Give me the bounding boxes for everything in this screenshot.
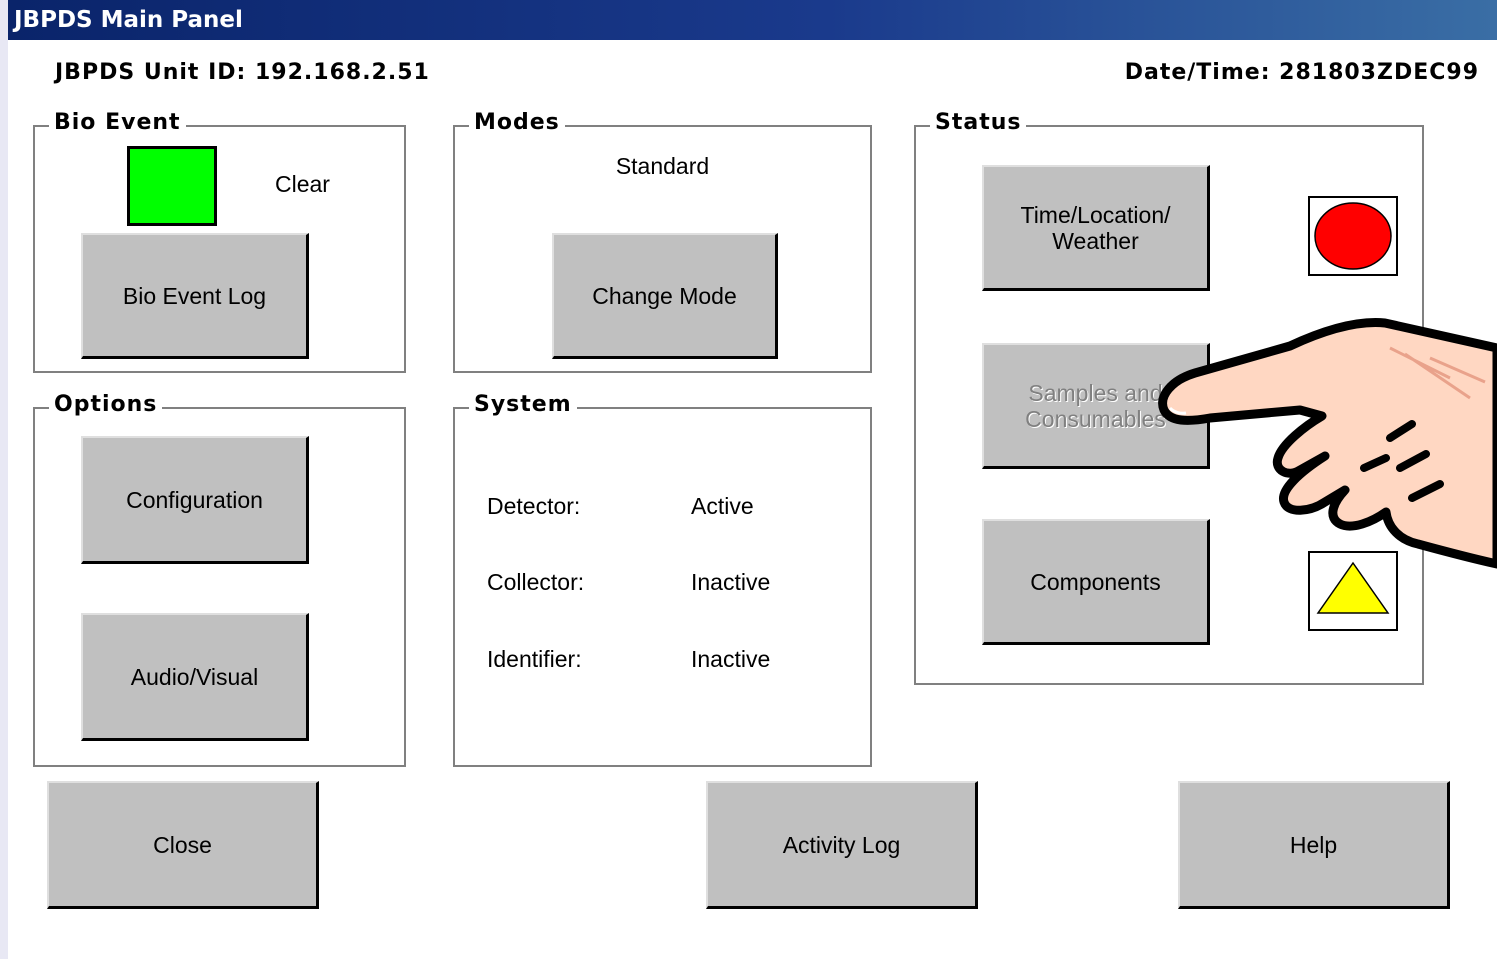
modes-group: Modes Standard Change Mode: [453, 110, 872, 373]
identifier-label: Identifier:: [487, 646, 582, 672]
desktop-edge: [0, 0, 8, 959]
identifier-value: Inactive: [691, 646, 771, 672]
audio-visual-button[interactable]: Audio/Visual: [81, 613, 309, 741]
datetime-label: Date/Time: 281803ZDEC99: [1124, 60, 1479, 85]
time-status-indicator: [1308, 196, 1398, 276]
red-circle-icon: [1314, 202, 1392, 270]
options-legend: Options: [49, 392, 163, 417]
current-mode: Standard: [615, 153, 710, 179]
system-legend: System: [469, 392, 577, 417]
bio-event-group: Bio Event Clear Bio Event Log: [33, 110, 406, 373]
configuration-button[interactable]: Configuration: [81, 436, 309, 564]
options-group: Options Configuration Audio/Visual: [33, 392, 406, 767]
pointing-hand-icon: [1158, 318, 1497, 569]
bio-event-indicator: [127, 146, 217, 226]
unit-id-label: JBPDS Unit ID: 192.168.2.51: [55, 60, 430, 85]
collector-value: Inactive: [691, 569, 771, 595]
help-button[interactable]: Help: [1178, 781, 1450, 909]
time-location-weather-button[interactable]: Time/Location/ Weather: [982, 165, 1210, 291]
activity-log-button[interactable]: Activity Log: [706, 781, 978, 909]
close-button[interactable]: Close: [47, 781, 319, 909]
change-mode-button[interactable]: Change Mode: [552, 233, 778, 359]
bio-event-state: Clear: [275, 171, 330, 197]
bio-event-log-button[interactable]: Bio Event Log: [81, 233, 309, 359]
status-legend: Status: [930, 110, 1027, 135]
detector-value: Active: [691, 493, 754, 519]
modes-legend: Modes: [469, 110, 565, 135]
bio-event-legend: Bio Event: [49, 110, 186, 135]
detector-label: Detector:: [487, 493, 581, 519]
system-group: System Detector: Active Collector: Inact…: [453, 392, 872, 767]
collector-label: Collector:: [487, 569, 585, 595]
window-title-bar: JBPDS Main Panel: [8, 0, 1497, 40]
